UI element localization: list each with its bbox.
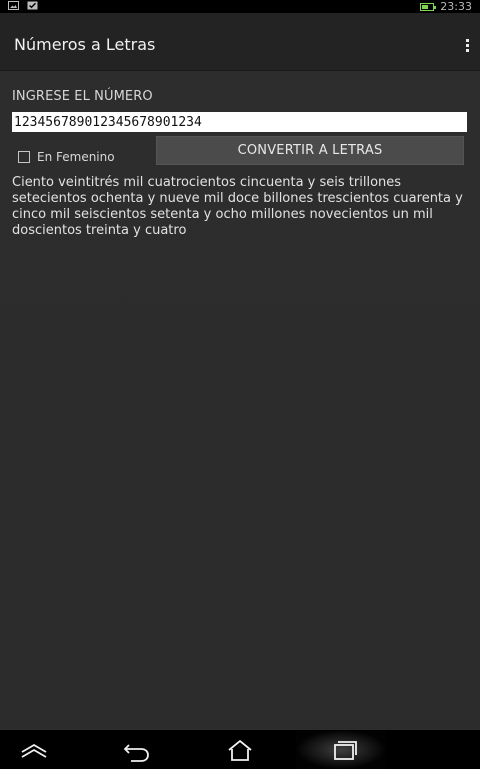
more-vert-icon[interactable] xyxy=(462,38,472,54)
battery-icon xyxy=(420,2,437,11)
back-icon[interactable] xyxy=(117,737,157,763)
navigation-bar xyxy=(0,730,480,769)
image-icon xyxy=(8,1,19,10)
result-text: Ciento veintitrés mil cuatrocientos cinc… xyxy=(12,175,463,238)
feminine-checkbox[interactable] xyxy=(18,151,30,163)
up-icon[interactable] xyxy=(14,737,54,763)
status-icons-right: 23:33 xyxy=(420,0,472,13)
action-bar: Números a Letras xyxy=(0,13,480,71)
battery-level xyxy=(422,4,429,9)
app-screen: 23:33 Números a Letras INGRESE EL NÚMERO… xyxy=(0,0,480,769)
app-title: Números a Letras xyxy=(14,35,156,54)
status-bar: 23:33 xyxy=(0,0,480,13)
convert-button[interactable]: CONVERTIR A LETRAS xyxy=(156,136,464,165)
feminine-label: En Femenino xyxy=(37,150,115,164)
number-label: INGRESE EL NÚMERO xyxy=(12,89,153,104)
home-icon[interactable] xyxy=(220,737,260,763)
check-icon xyxy=(27,1,38,10)
feminine-option[interactable]: En Femenino xyxy=(18,148,115,166)
status-icons-left xyxy=(8,1,38,10)
recent-apps-icon[interactable] xyxy=(323,737,363,763)
status-time: 23:33 xyxy=(440,0,472,13)
number-input[interactable] xyxy=(12,112,467,132)
